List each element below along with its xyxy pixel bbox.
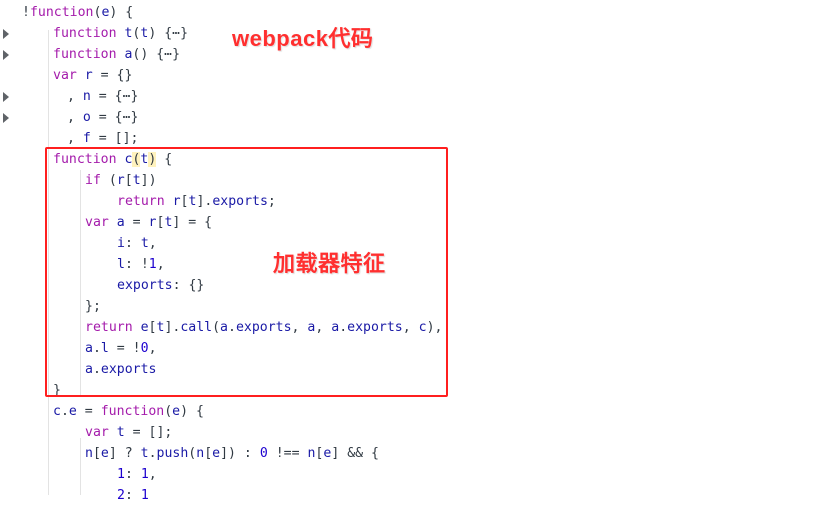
code-token: e xyxy=(172,404,181,419)
code-token: [ xyxy=(92,446,101,461)
code-line: !function(e) { xyxy=(22,2,133,23)
code-token: , xyxy=(67,89,83,104)
code-token: : xyxy=(124,488,141,503)
code-line: var t = []; xyxy=(85,422,172,443)
loader-feature-annotation: 加载器特征 xyxy=(273,251,386,276)
code-token: ]) : xyxy=(220,446,260,461)
code-token: . xyxy=(148,446,157,461)
code-token: function xyxy=(53,47,125,62)
code-token: t xyxy=(140,446,149,461)
code-token: t xyxy=(116,425,125,440)
code-token: 1 xyxy=(140,488,149,503)
code-token: , xyxy=(67,131,83,146)
code-token: function xyxy=(29,5,94,20)
code-token: !== xyxy=(267,446,308,461)
code-line: function t(t) {⋯} xyxy=(53,23,188,44)
code-token: 2 xyxy=(117,488,125,503)
code-line: , f = []; xyxy=(67,128,138,149)
webpack-code-annotation: webpack代码 xyxy=(232,26,374,51)
collapse-arrow-icon[interactable] xyxy=(3,29,9,39)
code-token: [ xyxy=(204,446,213,461)
code-line: , n = {⋯} xyxy=(67,86,138,107)
code-token: var xyxy=(53,68,85,83)
loader-highlight-box xyxy=(45,147,448,397)
code-token: . xyxy=(60,404,69,419)
collapse-arrow-icon[interactable] xyxy=(3,113,9,123)
collapse-arrow-icon[interactable] xyxy=(3,92,9,102)
code-token: r xyxy=(84,68,93,83)
code-token: f xyxy=(82,131,91,146)
code-token: ! xyxy=(22,5,30,20)
code-token: = []; xyxy=(90,131,139,146)
code-token: n xyxy=(82,89,91,104)
code-token: n xyxy=(85,446,93,461)
code-token: c xyxy=(53,404,61,419)
code-token: ] ? xyxy=(108,446,141,461)
code-token: ) {⋯} xyxy=(148,26,189,41)
code-token: = []; xyxy=(124,425,173,440)
code-token: : xyxy=(124,467,141,482)
code-token: , xyxy=(148,467,157,482)
code-token: e xyxy=(212,446,221,461)
code-token: function xyxy=(100,404,165,419)
code-token: () {⋯} xyxy=(132,47,181,62)
code-token: 1 xyxy=(117,467,125,482)
code-token: ] && { xyxy=(331,446,379,461)
code-token: = xyxy=(76,404,101,419)
code-token: n xyxy=(196,446,205,461)
code-token: 1 xyxy=(140,467,149,482)
code-line: var r = {} xyxy=(53,65,132,86)
collapse-arrow-icon[interactable] xyxy=(3,50,9,60)
code-token: e xyxy=(100,446,109,461)
code-token: o xyxy=(82,110,91,125)
code-token: var xyxy=(85,425,117,440)
code-token: = {⋯} xyxy=(90,110,139,125)
code-token: = {} xyxy=(92,68,133,83)
code-line: 1: 1, xyxy=(117,464,157,485)
code-line: function a() {⋯} xyxy=(53,44,180,65)
code-line: 2: 1 xyxy=(117,485,149,506)
code-token: e xyxy=(68,404,77,419)
code-token: = {⋯} xyxy=(90,89,139,104)
code-line: , o = {⋯} xyxy=(67,107,138,128)
code-token: , xyxy=(67,110,83,125)
code-token: 0 xyxy=(259,446,268,461)
indent-guide xyxy=(80,438,81,495)
code-line: c.e = function(e) { xyxy=(53,401,204,422)
code-line: n[e] ? t.push(n[e]) : 0 !== n[e] && { xyxy=(85,443,379,464)
code-token: push xyxy=(156,446,189,461)
code-token: ( xyxy=(164,404,173,419)
code-token: ) { xyxy=(180,404,204,419)
code-token: function xyxy=(53,26,125,41)
code-token: ) { xyxy=(109,5,134,20)
